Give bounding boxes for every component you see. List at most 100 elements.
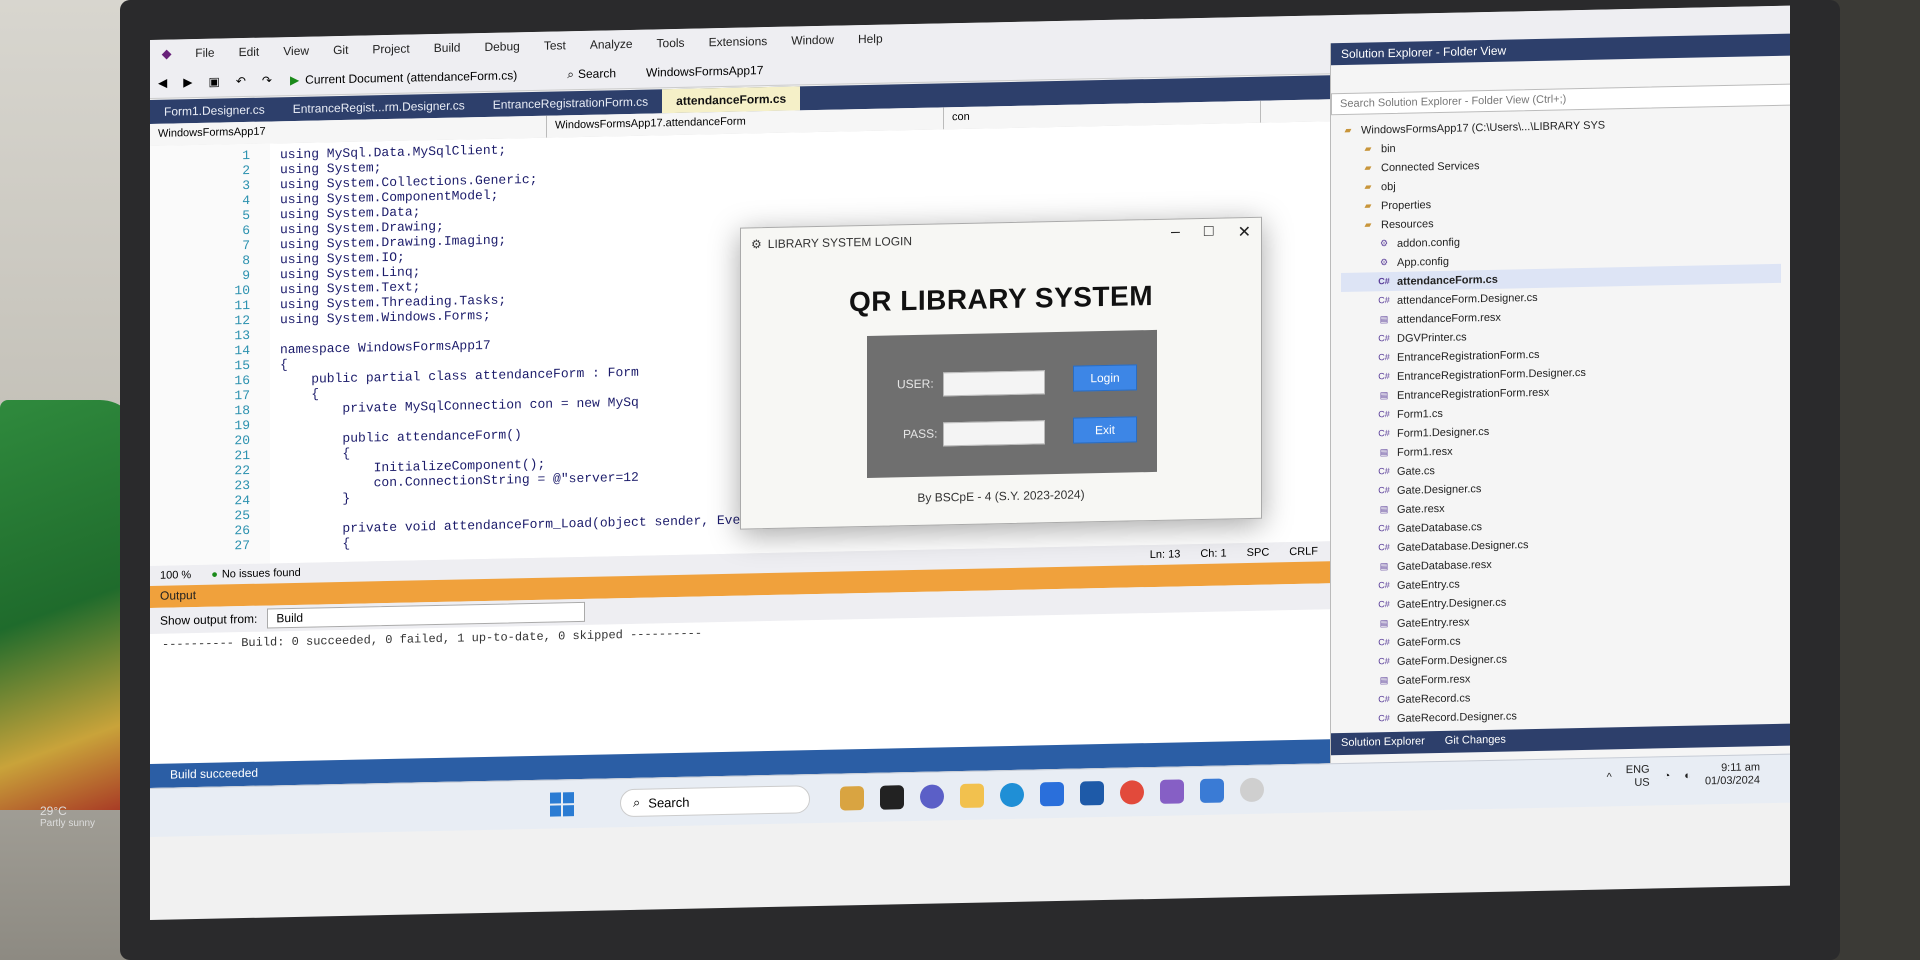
menu-item-build[interactable]: Build <box>422 40 473 55</box>
code-text: using MySql.Data.MySqlClient; <box>280 142 507 163</box>
run-button[interactable]: ▶ Current Document (attendanceForm.cs) <box>280 68 527 87</box>
line-number: 26 <box>234 522 250 539</box>
tree-item-label: DGVPrinter.cs <box>1397 330 1467 345</box>
tree-item-label: Gate.cs <box>1397 464 1435 478</box>
tree-item-label: attendanceForm.resx <box>1397 311 1501 326</box>
app-icon: ⚙ <box>751 237 762 252</box>
tree-item-label: Connected Services <box>1381 159 1480 174</box>
file-icon[interactable] <box>880 785 904 810</box>
menu-item-test[interactable]: Test <box>532 38 578 53</box>
line-number: 6 <box>242 222 250 239</box>
save-icon[interactable]: ▣ <box>200 74 227 89</box>
menu-item-tools[interactable]: Tools <box>645 36 697 51</box>
system-tray[interactable]: ^ ENG US ◔ ◐ 9:11 am 01/03/2024 <box>1607 761 1760 790</box>
pass-input[interactable] <box>943 420 1045 447</box>
misc-app-icon[interactable] <box>1240 777 1264 803</box>
menu-item-extensions[interactable]: Extensions <box>697 34 780 50</box>
folder-icon: ▰ <box>1364 180 1372 192</box>
menu-item-file[interactable]: File <box>183 45 226 60</box>
redo-icon[interactable]: ↷ <box>254 73 280 88</box>
menu-item-window[interactable]: Window <box>779 32 846 48</box>
menu-item-git[interactable]: Git <box>321 43 360 58</box>
exit-button[interactable]: Exit <box>1073 416 1137 444</box>
line-number: 9 <box>242 267 250 284</box>
minimize-icon[interactable]: – <box>1171 223 1180 243</box>
dialog-footer: By BSCpE - 4 (S.Y. 2023-2024) <box>917 487 1085 505</box>
resx-file-icon: ▤ <box>1379 389 1389 400</box>
volume-icon[interactable]: ◐ <box>1684 768 1691 783</box>
cs-file-icon: C# <box>1378 484 1390 495</box>
solution-explorer-tabs: Solution Explorer Git Changes <box>1331 723 1790 756</box>
solution-explorer-search[interactable]: Search Solution Explorer - Folder View (… <box>1331 83 1790 116</box>
issues-indicator[interactable]: ● No issues found <box>211 567 301 581</box>
laptop-screen: ◆ File Edit View Git Project Build Debug Test An… <box>150 5 1790 920</box>
config-icon: ⚙ <box>1379 237 1389 248</box>
code-text: public partial class attendanceForm : Fo… <box>280 364 639 388</box>
store-icon[interactable] <box>1040 781 1064 807</box>
code-text: private MySqlConnection con = new MySq <box>280 394 639 418</box>
line-number: 12 <box>234 312 250 329</box>
login-button[interactable]: Login <box>1073 364 1137 392</box>
code-line: 27 { <box>210 536 350 554</box>
line-number: 7 <box>242 237 250 254</box>
undo-icon[interactable]: ↶ <box>228 74 254 89</box>
app-icon[interactable] <box>1080 781 1104 806</box>
region-indicator: US <box>1634 776 1650 789</box>
line-number: 14 <box>234 342 250 359</box>
snack-bag <box>0 400 140 810</box>
line-number: 13 <box>234 327 250 344</box>
line-number: 10 <box>234 282 250 299</box>
folder-icon[interactable] <box>960 783 984 809</box>
weather-widget[interactable]: 29°C Partly sunny <box>40 804 95 829</box>
zoom-level[interactable]: 100 % <box>160 569 191 582</box>
cs-file-icon: C# <box>1378 427 1390 438</box>
line-number: 21 <box>234 447 250 464</box>
visual-studio-icon[interactable] <box>1160 779 1184 804</box>
tree-item-label: WindowsFormsApp17 (C:\Users\...\LIBRARY … <box>1361 119 1606 137</box>
login-panel: USER: Login PASS: Exit <box>867 329 1157 478</box>
language-indicator: ENG <box>1625 763 1650 777</box>
tab-git-changes[interactable]: Git Changes <box>1435 729 1516 753</box>
widgets-icon[interactable] <box>840 786 864 811</box>
menu-item-edit[interactable]: Edit <box>227 44 272 59</box>
output-source-label: Show output from: <box>160 611 258 628</box>
menu-item-help[interactable]: Help <box>846 31 895 47</box>
user-input[interactable] <box>943 370 1045 397</box>
tree-item-label: GateEntry.resx <box>1397 615 1470 630</box>
weather-temp: 29°C <box>40 804 67 818</box>
maximize-icon[interactable]: □ <box>1204 223 1214 243</box>
output-source-select[interactable]: Build <box>267 601 586 629</box>
app-window-icon[interactable] <box>1200 778 1224 804</box>
tab-form1-designer[interactable]: Form1.Designer.cs <box>150 97 279 124</box>
back-icon[interactable]: ◀ <box>150 75 175 90</box>
vs-logo-icon[interactable]: ◆ <box>150 46 183 61</box>
cs-file-icon: C# <box>1378 636 1390 647</box>
taskbar-search[interactable]: ⌕ Search <box>620 785 810 818</box>
chrome-icon[interactable] <box>1120 780 1144 805</box>
tab-solution-explorer[interactable]: Solution Explorer <box>1331 731 1435 755</box>
menu-item-debug[interactable]: Debug <box>472 39 531 54</box>
tree-item-label: App.config <box>1397 255 1449 269</box>
wifi-icon[interactable]: ◔ <box>1664 769 1671 784</box>
close-icon[interactable]: ✕ <box>1238 222 1251 242</box>
search-box[interactable]: ⌕ Search <box>567 66 616 82</box>
tab-attendance-form[interactable]: attendanceForm.cs <box>662 86 801 114</box>
tree-item-label: Form1.resx <box>1397 445 1453 459</box>
tree-item-label: EntranceRegistrationForm.cs <box>1397 348 1540 364</box>
edge-icon[interactable] <box>1000 782 1024 808</box>
windows-start-icon[interactable] <box>550 792 574 817</box>
menu-item-analyze[interactable]: Analyze <box>578 37 645 52</box>
forward-icon[interactable]: ▶ <box>175 75 200 90</box>
dialog-heading: QR LIBRARY SYSTEM <box>848 279 1154 318</box>
folder-icon: ▰ <box>1364 142 1372 154</box>
solution-name: WindowsFormsApp17 <box>646 63 764 80</box>
tree-item-label: Gate.Designer.cs <box>1397 482 1482 497</box>
chat-icon[interactable] <box>920 784 944 809</box>
resx-file-icon: ▤ <box>1379 560 1389 571</box>
chevron-up-icon[interactable]: ^ <box>1607 770 1612 785</box>
output-text: ---------- Build: 0 succeeded, 0 failed,… <box>150 609 1330 764</box>
menu-item-project[interactable]: Project <box>360 41 421 57</box>
menu-item-view[interactable]: View <box>271 43 321 59</box>
tree-item-label: GateDatabase.cs <box>1397 520 1482 535</box>
tree-item-label: GateDatabase.Designer.cs <box>1397 538 1529 554</box>
